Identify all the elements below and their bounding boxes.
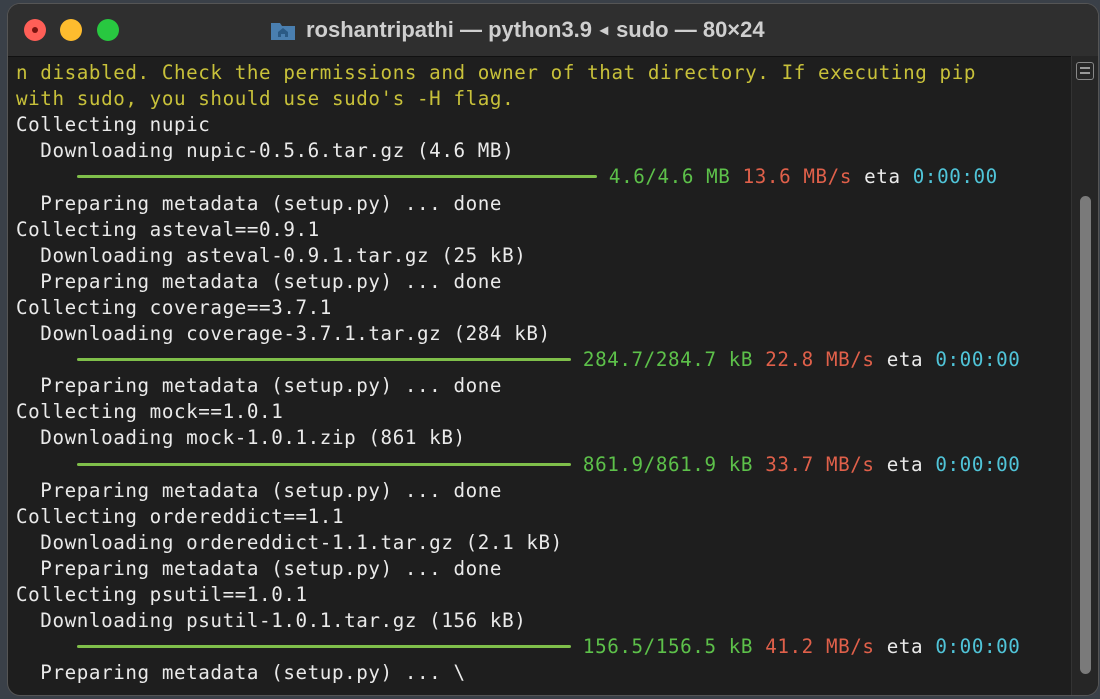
terminal-line: Preparing metadata (setup.py) ... \: [16, 661, 466, 685]
terminal-line: Collecting nupic: [16, 113, 211, 137]
terminal-line: Downloading coverage-3.7.1.tar.gz (284 k…: [16, 322, 551, 345]
terminal-line: Preparing metadata (setup.py) ... done: [16, 269, 503, 293]
download-speed: 41.2 MB/s: [765, 635, 875, 659]
progress-line: 4.6/4.6 MB 13.6 MB/s eta 0:00:00: [16, 164, 998, 190]
title-text: roshantripathi — python3.9: [306, 17, 593, 42]
eta-value: 0:00:00: [935, 348, 1021, 372]
download-speed: 33.7 MB/s: [765, 452, 875, 476]
terminal-line: with sudo, you should use sudo's -H flag…: [16, 87, 515, 111]
download-speed: 13.6 MB/s: [742, 165, 852, 189]
zoom-button[interactable]: [97, 19, 119, 41]
terminal-output[interactable]: n disabled. Check the permissions and ow…: [16, 60, 1056, 690]
download-size: 284.7/284.7 kB: [582, 348, 754, 372]
terminal-line: Collecting ordereddict==1.1: [16, 504, 345, 528]
terminal-line: Collecting asteval==0.9.1: [16, 217, 320, 241]
download-size: 861.9/861.9 kB: [582, 452, 754, 476]
download-progress-bar: [76, 164, 597, 190]
terminal-line: Preparing metadata (setup.py) ... done: [16, 478, 503, 502]
terminal-line: Collecting mock==1.0.1: [16, 400, 284, 424]
terminal-window: roshantripathi — python3.9 ◂ sudo — 80×2…: [8, 4, 1098, 695]
eta-label: eta: [886, 452, 924, 476]
terminal-line: n disabled. Check the permissions and ow…: [16, 61, 976, 84]
terminal-line: Collecting coverage==3.7.1: [16, 295, 332, 319]
title-tab-text: sudo — 80×24: [616, 17, 765, 42]
progress-line: 156.5/156.5 kB 41.2 MB/s eta 0:00:00: [16, 634, 1020, 660]
home-folder-icon: [270, 19, 296, 41]
separator-arrow-icon: ◂: [600, 22, 609, 39]
eta-label: eta: [864, 165, 901, 189]
eta-value: 0:00:00: [912, 165, 998, 189]
eta-value: 0:00:00: [935, 452, 1021, 476]
terminal-line: Downloading psutil-1.0.1.tar.gz (156 kB): [16, 609, 527, 633]
terminal-line: Downloading nupic-0.5.6.tar.gz (4.6 MB): [16, 139, 515, 163]
scrollbar-menu-icon[interactable]: [1076, 62, 1094, 80]
eta-label: eta: [886, 635, 924, 659]
terminal-line: Collecting psutil==1.0.1: [16, 583, 308, 606]
download-size: 4.6/4.6 MB: [608, 165, 731, 189]
scrollbar-thumb[interactable]: [1080, 196, 1091, 674]
terminal-line: Downloading mock-1.0.1.zip (861 kB): [16, 426, 466, 450]
download-speed: 22.8 MB/s: [765, 348, 875, 372]
eta-label: eta: [886, 348, 924, 372]
close-button[interactable]: [24, 19, 46, 41]
terminal-line: Preparing metadata (setup.py) ... done: [16, 191, 503, 215]
progress-line: 284.7/284.7 kB 22.8 MB/s eta 0:00:00: [16, 347, 1020, 373]
download-size: 156.5/156.5 kB: [582, 635, 754, 659]
title-bar[interactable]: roshantripathi — python3.9 ◂ sudo — 80×2…: [8, 4, 1098, 57]
minimize-button[interactable]: [60, 19, 82, 41]
progress-line: 861.9/861.9 kB 33.7 MB/s eta 0:00:00: [16, 452, 1020, 478]
download-progress-bar: [76, 634, 571, 660]
download-progress-bar: [76, 347, 571, 373]
download-progress-bar: [76, 452, 571, 478]
terminal-line: Downloading asteval-0.9.1.tar.gz (25 kB): [16, 243, 527, 267]
terminal-line: Preparing metadata (setup.py) ... done: [16, 374, 503, 398]
scrollbar[interactable]: [1071, 56, 1098, 695]
window-title: roshantripathi — python3.9 ◂ sudo — 80×2…: [270, 14, 765, 46]
terminal-line: Preparing metadata (setup.py) ... done: [16, 556, 503, 580]
terminal-line: Downloading ordereddict-1.1.tar.gz (2.1 …: [16, 530, 563, 554]
eta-value: 0:00:00: [935, 635, 1021, 659]
